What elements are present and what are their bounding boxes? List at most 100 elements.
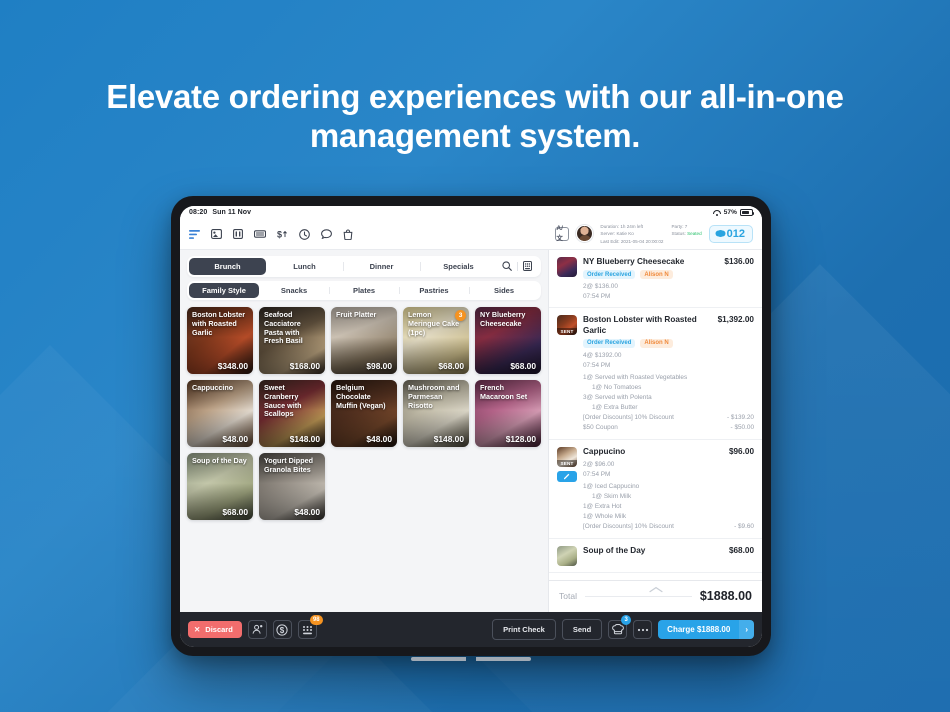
menu-item-card[interactable]: Belgium Chocolate Muffin (Vegan) $48.00 [331, 380, 397, 447]
keypad-icon[interactable]: 98 [297, 615, 323, 639]
meal-tab-lunch[interactable]: Lunch [266, 258, 343, 275]
menu-item-card[interactable]: French Macaroon Set $128.00 [475, 380, 541, 447]
order-modifier-row: 1@ Iced Cappucino [583, 482, 754, 492]
order-line-item[interactable]: SENT Cappucino $96.00 2@ $96.00 07:54 PM 1@ I… [549, 440, 762, 539]
order-item-time: 07:54 PM [583, 361, 611, 369]
charge-button[interactable]: Charge $1888.00 › [658, 620, 754, 639]
menu-grid-scroll[interactable]: Boston Lobster with Roasted Garlic $348.0… [180, 300, 548, 612]
menu-item-card[interactable]: Lemon Meringue Cake (1pc) $68.00 3 [403, 307, 469, 374]
order-item-content: Boston Lobster with Roasted Garlic $1,392… [583, 315, 754, 432]
party-value: 7 [684, 224, 688, 230]
search-icon[interactable] [502, 258, 512, 276]
menu-item-card[interactable]: Soup of the Day $68.00 [187, 453, 253, 520]
order-thumb-column: SENT [557, 315, 577, 432]
clock-icon[interactable] [299, 228, 310, 240]
order-item-thumbnail [557, 257, 577, 277]
order-tag-recv: Order Received [583, 338, 636, 348]
currency-exchange-icon[interactable]: $ [277, 229, 288, 239]
menu-item-name: Boston Lobster with Roasted Garlic [192, 310, 246, 337]
menu-item-card[interactable]: Cappuccino $48.00 [187, 380, 253, 447]
discard-button[interactable]: ✕ Discard [188, 621, 242, 638]
bag-icon[interactable] [343, 229, 353, 240]
order-item-tags: Order Received Alison N [583, 338, 754, 348]
menu-item-card[interactable]: Yogurt Dipped Granola Bites $48.00 [259, 453, 325, 520]
print-check-button[interactable]: Print Check [492, 619, 556, 640]
chevron-up-icon[interactable] [648, 580, 664, 598]
menu-item-card[interactable]: Fruit Platter $98.00 [331, 307, 397, 374]
send-button[interactable]: Send [561, 619, 603, 640]
table-number: 012 [726, 227, 745, 240]
menu-item-card[interactable]: NY Blueberry Cheesecake $68.00 [475, 307, 541, 374]
duration-value: 1h 24m left [620, 224, 644, 230]
category-tab-family-style[interactable]: Family Style [189, 283, 259, 298]
page-headline: Elevate ordering experiences with our al… [106, 78, 844, 154]
kitchen-count-badge: 3 [621, 615, 632, 625]
assign-guest-icon[interactable] [247, 620, 267, 639]
order-modifier-row: [Order Discounts] 10% Discount - $139.20 [583, 413, 754, 423]
order-item-content: Cappucino $96.00 2@ $96.00 07:54 PM 1@ Iced … [583, 447, 754, 532]
meal-tab-brunch[interactable]: Brunch [189, 258, 266, 275]
language-toggle-icon[interactable]: A/文 [555, 225, 570, 242]
menu-pane: Brunch Lunch Dinner Specials Family Style Sn… [180, 250, 548, 612]
order-item-time: 07:54 PM [583, 470, 611, 478]
menu-item-price: $348.00 [217, 361, 248, 371]
order-item-price: $68.00 [728, 545, 754, 555]
menu-item-name: Yogurt Dipped Granola Bites [264, 456, 313, 474]
category-tab-sides[interactable]: Sides [469, 283, 539, 298]
category-tab-snacks[interactable]: Snacks [259, 283, 329, 298]
order-item-qty: 2@ $136.00 07:54 PM [583, 282, 754, 301]
menu-item-card[interactable]: Sweet Cranberry Sauce with Scallops $148.… [259, 380, 325, 447]
status-value: Seated [687, 231, 702, 237]
menu-item-card[interactable]: Seafood Cacciatore Pasta with Fresh Basi… [259, 307, 325, 374]
order-item-list[interactable]: NY Blueberry Cheesecake $136.00 Order Rece… [549, 250, 762, 580]
category-tab-plates[interactable]: Plates [329, 283, 399, 298]
menu-item-name: Belgium Chocolate Muffin (Vegan) [336, 383, 386, 410]
menu-item-price: $48.00 [366, 434, 392, 444]
menu-item-name: Fruit Platter [336, 310, 377, 319]
charge-label: Charge $1888.00 [667, 625, 731, 634]
close-icon: ✕ [194, 625, 201, 634]
keypad-count-badge: 98 [309, 615, 323, 625]
tablet-device-frame: 08:20 Sun 11 Nov 57% $ A/文 Duration: 1h … [171, 196, 771, 656]
menu-item-name: Mushroom and Parmesan Risotto [408, 383, 460, 410]
menu-item-price: $68.00 [222, 507, 248, 517]
menu-item-qty-badge: 3 [455, 310, 466, 321]
server-avatar[interactable] [576, 225, 594, 243]
menu-item-name: Cappuccino [192, 383, 234, 392]
pencil-icon[interactable] [557, 470, 577, 482]
split-payment-icon[interactable]: $ [272, 620, 292, 639]
receipt-icon[interactable] [254, 229, 266, 239]
chat-bubble-icon[interactable] [321, 229, 332, 239]
order-modifier-text: [Order Discounts] 10% Discount [583, 413, 674, 421]
order-tag-who: Alison N [640, 338, 673, 348]
tablet-screen: 08:20 Sun 11 Nov 57% $ A/文 Duration: 1h … [180, 206, 762, 647]
keypad-icon[interactable] [523, 258, 532, 276]
menu-lines-icon[interactable] [189, 229, 200, 239]
order-item-modifiers: 1@ Iced Cappucino 1@ Skim Milk 1@ Extra Ho… [583, 482, 754, 532]
order-modifier-amount: - $9.60 [734, 522, 754, 530]
meal-tab-specials[interactable]: Specials [420, 258, 497, 275]
order-modifier-row: [Order Discounts] 10% Discount - $9.60 [583, 522, 754, 532]
order-pane: NY Blueberry Cheesecake $136.00 Order Rece… [548, 250, 762, 612]
last-edit-value: 2021-05-04 20:00:02 [620, 238, 664, 244]
menu-item-name: Soup of the Day [192, 456, 247, 465]
order-line-item[interactable]: SENT Boston Lobster with Roasted Garlic $1… [549, 308, 762, 440]
order-line-item[interactable]: Soup of the Day $68.00 [549, 539, 762, 573]
table-number-chip[interactable]: 012 [708, 224, 753, 243]
category-tab-pastries[interactable]: Pastries [399, 283, 469, 298]
order-modifier-row: 1@ Served with Roasted Vegetables [583, 373, 754, 383]
order-line-item[interactable]: NY Blueberry Cheesecake $136.00 Order Rece… [549, 250, 762, 309]
order-tag-recv: Order Received [583, 270, 636, 280]
table-grid-icon[interactable] [233, 229, 243, 239]
order-tag-who: Alison N [640, 270, 673, 280]
floorplan-icon[interactable] [211, 229, 222, 239]
chef-hat-icon[interactable]: 3 [608, 615, 632, 639]
total-value: $1888.00 [699, 589, 752, 603]
order-modifier-text: 1@ No Tomatoes [592, 384, 642, 392]
meal-tab-dinner[interactable]: Dinner [343, 258, 420, 275]
more-ellipsis-icon[interactable] [633, 620, 653, 639]
order-modifier-text: 1@ Skim Milk [592, 493, 632, 501]
menu-item-card[interactable]: Mushroom and Parmesan Risotto $148.00 [403, 380, 469, 447]
order-modifier-row: 3@ Served with Polenta [583, 393, 754, 403]
menu-item-card[interactable]: Boston Lobster with Roasted Garlic $348.0… [187, 307, 253, 374]
